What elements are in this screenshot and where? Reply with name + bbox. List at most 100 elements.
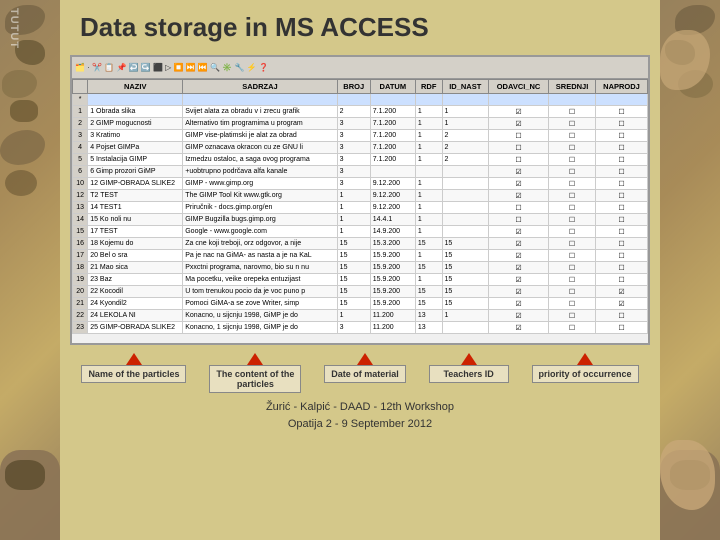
table-cell: 22 xyxy=(73,310,88,322)
table-cell: 1 xyxy=(415,226,442,238)
table-cell: 11.200 xyxy=(370,322,415,334)
table-cell: 21 Mao sica xyxy=(88,262,183,274)
access-screenshot: 🗂️ · ✂️ 📋 📌 ↩️ ↪️ ⬛ ▷ ⏹️ ⏭️ ⏮️ 🔍 ✳️ 🔧 ⚡ … xyxy=(70,55,650,345)
table-row: * xyxy=(73,94,648,106)
table-row: 1720 Bel o sraPa je nac na GiMA- as nast… xyxy=(73,250,648,262)
col-sadrzaj: SADRZAJ xyxy=(183,80,337,94)
table-cell: ☐ xyxy=(549,166,596,178)
table-row: 55 Instalacija GIMPIzmedzu ostaloc, a sa… xyxy=(73,154,648,166)
table-cell xyxy=(370,166,415,178)
table-cell: 1 xyxy=(415,178,442,190)
table-cell: 7.1.200 xyxy=(370,118,415,130)
table-cell: 17 xyxy=(73,250,88,262)
table-cell xyxy=(442,202,488,214)
table-cell: 13 xyxy=(415,310,442,322)
table-cell: ☑ xyxy=(488,166,548,178)
table-cell: ☐ xyxy=(549,310,596,322)
table-cell: 15.9.200 xyxy=(370,262,415,274)
table-cell: 9.12.200 xyxy=(370,178,415,190)
table-cell: 7.1.200 xyxy=(370,142,415,154)
table-cell: 14 TEST1 xyxy=(88,202,183,214)
annotation-content-particles: The content of theparticles xyxy=(209,353,301,393)
table-cell: 1 xyxy=(337,226,370,238)
table-cell: 3 xyxy=(337,178,370,190)
table-cell: 1 xyxy=(337,190,370,202)
table-row: 22 GIMP mogucnostiAlternativo tim progra… xyxy=(73,118,648,130)
table-cell: 25 GIMP-OBRADA SLIKE2 xyxy=(88,322,183,334)
annotation-date-material: Date of material xyxy=(324,353,406,383)
table-cell: 9.12.200 xyxy=(370,190,415,202)
table-cell: Ma pocetku, veike orepeka entuzijast xyxy=(183,274,337,286)
table-cell: ☐ xyxy=(549,214,596,226)
table-cell: 24 LEKOLA NI xyxy=(88,310,183,322)
table-cell: 15 xyxy=(442,286,488,298)
table-cell: U tom trenukou pocio da je voc puno p xyxy=(183,286,337,298)
table-cell: ☐ xyxy=(596,166,648,178)
table-cell: ☐ xyxy=(549,262,596,274)
table-cell: ☐ xyxy=(549,154,596,166)
annotation-priority: priority of occurrence xyxy=(532,353,639,383)
table-cell: ☐ xyxy=(488,214,548,226)
table-cell: ☐ xyxy=(596,142,648,154)
table-cell: 3 xyxy=(337,130,370,142)
table-cell: 17 TEST xyxy=(88,226,183,238)
table-cell: 18 xyxy=(73,262,88,274)
table-cell: 20 xyxy=(73,286,88,298)
table-cell xyxy=(415,166,442,178)
table-cell: 3 xyxy=(337,166,370,178)
table-cell: ☑ xyxy=(596,286,648,298)
label-content-particles: The content of theparticles xyxy=(209,365,301,393)
table-cell: ☐ xyxy=(596,154,648,166)
table-cell: 2 xyxy=(73,118,88,130)
table-cell xyxy=(442,214,488,226)
table-cell: 1 xyxy=(337,310,370,322)
table-cell: ☐ xyxy=(549,106,596,118)
table-cell: 15 xyxy=(337,238,370,250)
table-cell: 1 xyxy=(337,214,370,226)
table-cell: 1 xyxy=(442,106,488,118)
table-cell: 15 xyxy=(415,298,442,310)
table-cell xyxy=(442,94,488,106)
title-bar: Data storage in MS ACCESS xyxy=(60,0,660,51)
table-cell: 1 xyxy=(415,274,442,286)
table-cell: 1 xyxy=(337,202,370,214)
table-cell: 14.4.1 xyxy=(370,214,415,226)
table-cell: 5 Instalacija GIMP xyxy=(88,154,183,166)
table-cell: 15 xyxy=(337,250,370,262)
table-row: 1923 BazMa pocetku, veike orepeka entuzi… xyxy=(73,274,648,286)
access-toolbar: 🗂️ · ✂️ 📋 📌 ↩️ ↪️ ⬛ ▷ ⏹️ ⏭️ ⏮️ 🔍 ✳️ 🔧 ⚡ … xyxy=(72,57,648,79)
table-row: 1821 Mao sicaPxxctni programa, narovmo, … xyxy=(73,262,648,274)
col-datum: DATUM xyxy=(370,80,415,94)
table-row: 11 Obrada slikaSvijet alata za obradu v … xyxy=(73,106,648,118)
table-cell xyxy=(442,190,488,202)
table-cell: Alternativo tim programima u program xyxy=(183,118,337,130)
table-cell: Izmedzu ostaloc, a saga ovog programa xyxy=(183,154,337,166)
table-cell: GIMP Bugzilla bugs.gimp.org xyxy=(183,214,337,226)
table-cell: 15 xyxy=(442,274,488,286)
arrow-content-particles xyxy=(247,353,263,365)
table-cell: ☐ xyxy=(596,238,648,250)
footer-line2: Opatija 2 - 9 September 2012 xyxy=(266,416,454,433)
table-cell: ☐ xyxy=(596,190,648,202)
table-cell: 1 xyxy=(415,154,442,166)
table-cell: ☑ xyxy=(596,298,648,310)
footer-line1: Žurić - Kalpić - DAAD - 12th Workshop xyxy=(266,399,454,416)
table-cell: 15 xyxy=(415,238,442,250)
col-rdf: RDF xyxy=(415,80,442,94)
table-cell: 23 Baz xyxy=(88,274,183,286)
table-cell: ☑ xyxy=(488,178,548,190)
table-cell: ☐ xyxy=(596,322,648,334)
table-cell: 18 Kojemu do xyxy=(88,238,183,250)
table-cell: ☑ xyxy=(488,298,548,310)
table-cell: 1 xyxy=(442,310,488,322)
table-cell: ☐ xyxy=(596,118,648,130)
table-cell: ☐ xyxy=(549,118,596,130)
label-priority: priority of occurrence xyxy=(532,365,639,383)
table-cell: ☑ xyxy=(488,238,548,250)
table-cell: 15 xyxy=(73,226,88,238)
table-cell: 15 xyxy=(442,262,488,274)
table-cell: 1 xyxy=(415,190,442,202)
table-cell: 2 xyxy=(337,106,370,118)
table-cell: ☐ xyxy=(488,154,548,166)
table-cell: Pa je nac na GiMA- as nasta a je na KaL xyxy=(183,250,337,262)
